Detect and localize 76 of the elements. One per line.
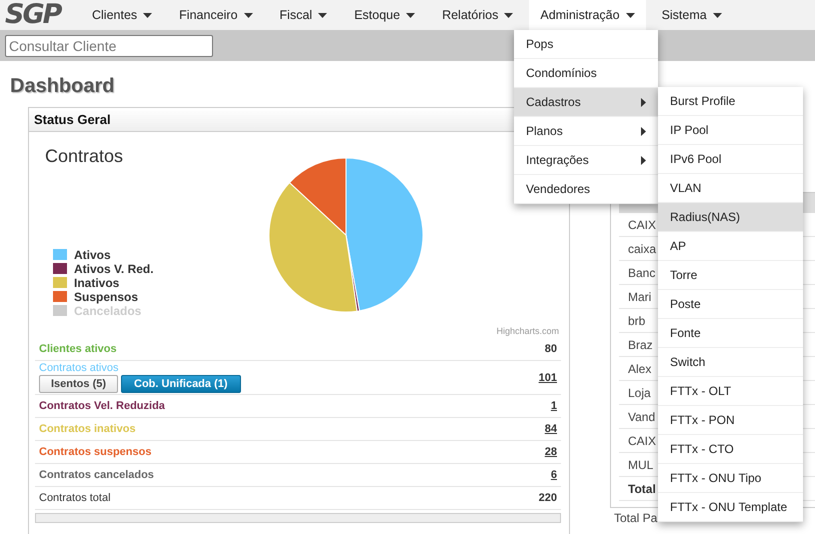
- caret-icon: [406, 12, 416, 18]
- table-cell: Loja: [628, 386, 651, 400]
- table-cell: Alex: [628, 362, 652, 376]
- caret-icon: [318, 12, 328, 18]
- stat-value-link[interactable]: 101: [538, 372, 557, 384]
- menu-item[interactable]: Planos: [514, 117, 658, 146]
- stat-value: 80: [544, 343, 557, 355]
- menu-item[interactable]: Torre: [658, 261, 803, 290]
- menu-item[interactable]: Radius(NAS): [658, 203, 803, 232]
- filter-button[interactable]: Isentos (5): [39, 375, 118, 393]
- caret-icon: [712, 12, 722, 18]
- menu-item[interactable]: Fonte: [658, 319, 803, 348]
- stat-label: Clientes ativos: [39, 343, 117, 355]
- stat-label: Contratos total: [39, 492, 111, 504]
- menu-item[interactable]: FTTx - ONU Template: [658, 493, 803, 522]
- table-cell: Mari: [628, 290, 652, 304]
- stat-label: Contratos ativos: [39, 362, 120, 374]
- submenu-arrow-icon: [641, 98, 646, 106]
- table-cell: Total: [628, 482, 656, 496]
- nav-menu-item[interactable]: Sistema: [650, 0, 733, 30]
- menu-item[interactable]: Vendedores: [514, 175, 658, 204]
- caret-icon: [143, 12, 152, 18]
- nav-menu-item[interactable]: Estoque: [343, 0, 426, 30]
- menu-item[interactable]: Integrações: [514, 146, 658, 175]
- stat-label: Contratos cancelados: [39, 469, 154, 481]
- menu-item[interactable]: Switch: [658, 348, 803, 377]
- page-title: Dashboard: [10, 75, 116, 99]
- legend-item[interactable]: Ativos V. Red.: [74, 262, 154, 276]
- table-cell: Banc: [628, 266, 656, 280]
- menu-item[interactable]: Pops: [514, 30, 658, 59]
- search-field[interactable]: Consultar Cliente: [5, 34, 213, 56]
- submenu-arrow-icon: [641, 126, 646, 136]
- menu-item[interactable]: VLAN: [658, 174, 803, 203]
- filter-button[interactable]: Cob. Unificada (1): [121, 375, 241, 393]
- panel-title: Status Geral: [34, 112, 111, 127]
- stat-label: Contratos suspensos: [39, 446, 152, 458]
- table-cell: Vand: [628, 410, 656, 424]
- nav-menu-item[interactable]: Administração: [529, 0, 646, 30]
- stat-value-link[interactable]: 84: [544, 423, 557, 435]
- menu-item[interactable]: Condomínios: [514, 59, 658, 88]
- stat-value-link[interactable]: 1: [550, 400, 557, 412]
- stat-value: 220: [538, 492, 557, 504]
- caret-icon: [504, 12, 514, 18]
- legend-item[interactable]: Inativos: [74, 276, 120, 290]
- table-cell: caixa: [628, 242, 656, 256]
- legend-item[interactable]: Suspensos: [74, 290, 138, 304]
- menu-item[interactable]: Poste: [658, 290, 803, 319]
- logo[interactable]: SGP: [0, 0, 81, 30]
- menu-item[interactable]: FTTx - PON: [658, 406, 803, 435]
- nav-menu-item[interactable]: Financeiro: [168, 0, 264, 30]
- caret-icon: [244, 12, 253, 18]
- menu-item[interactable]: IPv6 Pool: [658, 145, 803, 174]
- nav-menu-item[interactable]: Fiscal: [268, 0, 338, 30]
- menu-item[interactable]: FTTx - CTO: [658, 435, 803, 464]
- menu-item[interactable]: FTTx - OLT: [658, 377, 803, 406]
- stat-label: Contratos inativos: [39, 423, 136, 435]
- table-cell: CAIX: [628, 434, 656, 448]
- footer-text: Total Pa: [614, 511, 658, 525]
- chart-title: Contratos: [45, 146, 124, 166]
- menu-item[interactable]: Cadastros: [514, 88, 658, 117]
- table-cell: brb: [628, 314, 646, 328]
- menu-item[interactable]: AP: [658, 232, 803, 261]
- legend-item[interactable]: Ativos: [74, 248, 111, 262]
- nav-menu-item[interactable]: Clientes: [81, 0, 164, 30]
- submenu-arrow-icon: [641, 156, 646, 164]
- table-cell: Braz: [628, 338, 653, 352]
- caret-icon: [626, 12, 635, 18]
- menu-item[interactable]: FTTx - ONU Tipo: [658, 464, 803, 493]
- table-cell: CAIX: [628, 218, 656, 232]
- stat-label: Contratos Vel. Reduzida: [39, 400, 165, 412]
- nav-menu-item[interactable]: Relatórios: [431, 0, 524, 30]
- table-cell: MUL: [628, 458, 654, 472]
- stat-value-link[interactable]: 6: [550, 469, 557, 481]
- menu-item[interactable]: IP Pool: [658, 116, 803, 145]
- stat-value-link[interactable]: 28: [544, 446, 557, 458]
- menu-item[interactable]: Burst Profile: [658, 87, 803, 116]
